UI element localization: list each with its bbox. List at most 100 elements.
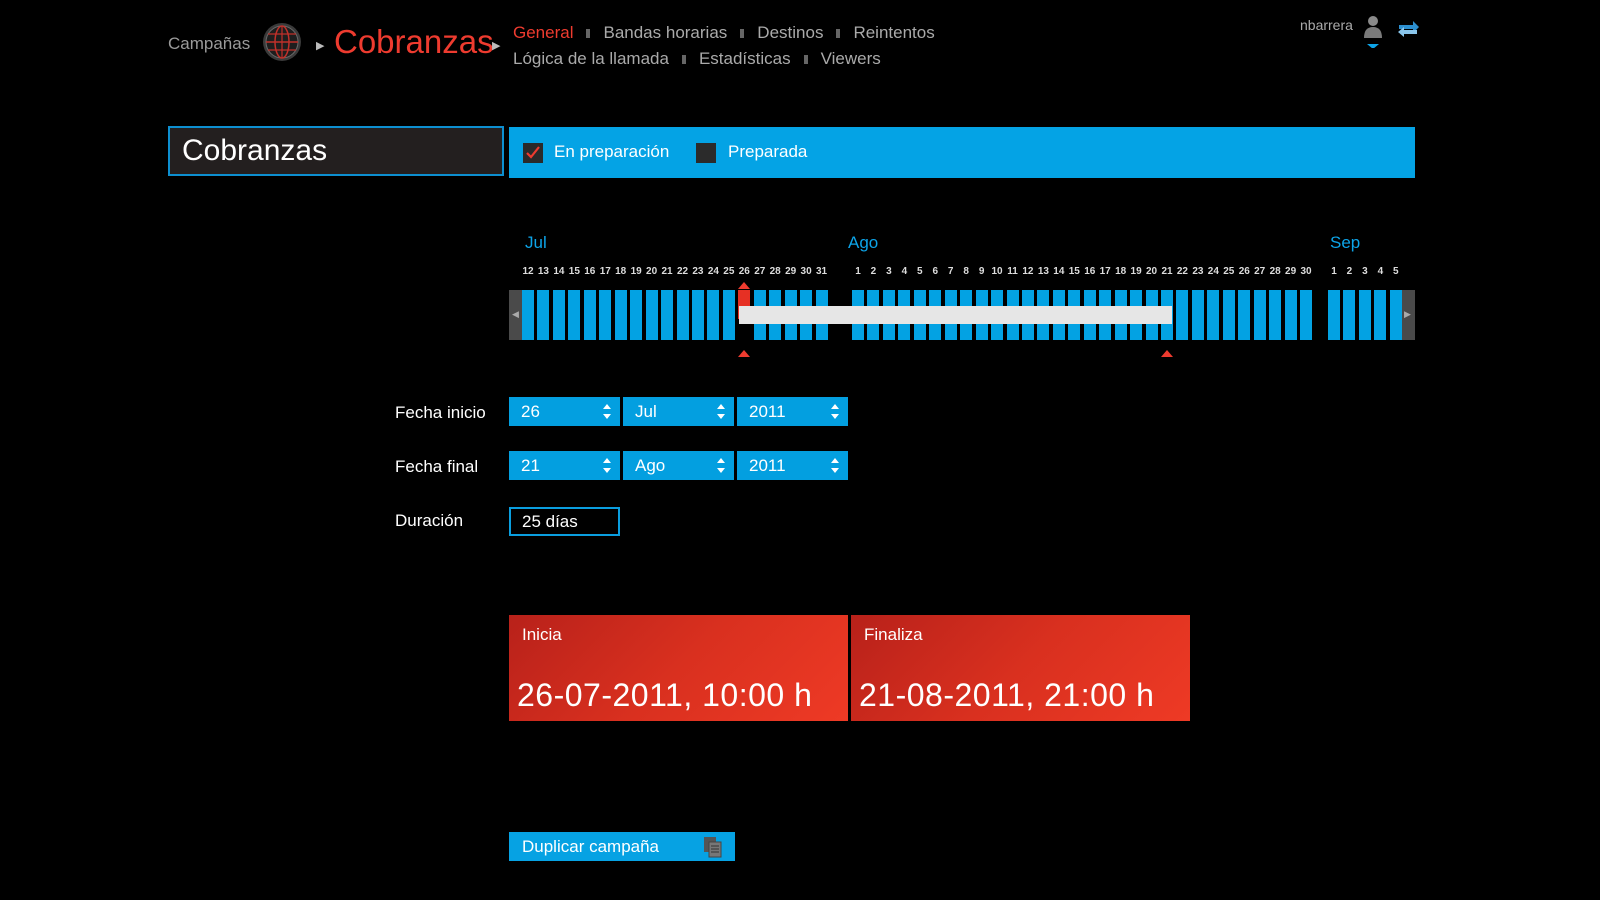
day-bar[interactable] — [583, 290, 596, 340]
day-number: 2 — [1346, 266, 1353, 277]
range-start-marker-bottom[interactable] — [738, 350, 751, 357]
day-bar[interactable] — [1300, 290, 1313, 340]
globe-icon — [263, 23, 301, 61]
day-number: 15 — [1068, 266, 1080, 277]
day-bar[interactable] — [1358, 290, 1371, 340]
day-number: 1 — [855, 266, 861, 277]
timeline-prev-button[interactable]: ◀ — [509, 290, 523, 340]
day-bar[interactable] — [599, 290, 612, 340]
duplicate-campaign-button[interactable]: Duplicar campaña — [509, 832, 735, 861]
day-number: 22 — [1176, 266, 1188, 277]
day-bar[interactable] — [661, 290, 674, 340]
fecha-final-label: Fecha final — [395, 457, 479, 476]
range-start-marker-top[interactable] — [738, 282, 751, 289]
en-preparacion-checkbox[interactable] — [523, 143, 543, 163]
day-bar[interactable] — [1176, 290, 1189, 340]
tab-general[interactable]: General — [513, 23, 573, 42]
day-bar[interactable] — [1191, 290, 1204, 340]
day-bar[interactable] — [1238, 290, 1251, 340]
en-preparacion-label: En preparación — [554, 142, 670, 161]
user-icon[interactable] — [1362, 14, 1384, 48]
day-bar[interactable] — [1374, 290, 1387, 340]
nav-row-1: General Bandas horarias Destinos Reintentos — [513, 23, 935, 43]
day-bar[interactable] — [1222, 290, 1235, 340]
selected-range[interactable] — [739, 306, 1172, 324]
day-bar[interactable] — [1284, 290, 1297, 340]
day-number: 28 — [769, 266, 781, 277]
breadcrumb-root[interactable]: Campañas — [168, 34, 250, 54]
start-year-select[interactable]: 2011 — [737, 397, 848, 426]
start-year-value: 2011 — [749, 402, 786, 421]
day-bar[interactable] — [1343, 290, 1356, 340]
day-number: 20 — [1145, 266, 1158, 277]
updown-arrow-icon — [831, 458, 839, 473]
day-bar[interactable] — [614, 290, 627, 340]
day-number: 29 — [785, 266, 797, 277]
start-card-caption: Inicia — [522, 625, 562, 644]
day-bar[interactable] — [1269, 290, 1282, 340]
duracion-label: Duración — [395, 511, 464, 530]
end-month-value: Ago — [635, 456, 666, 475]
day-number: 7 — [947, 266, 954, 277]
day-number: 18 — [1115, 266, 1127, 277]
end-year-value: 2011 — [749, 456, 786, 475]
day-number: 16 — [584, 266, 596, 277]
timeline-strip[interactable]: ◀ ▶ — [509, 290, 1415, 342]
timeline-next-button[interactable]: ▶ — [1401, 290, 1415, 340]
campaign-name-field[interactable]: Cobranzas — [168, 126, 504, 176]
preparada-checkbox[interactable] — [696, 143, 716, 163]
fecha-inicio-label: Fecha inicio — [395, 403, 486, 422]
tab-destinos[interactable]: Destinos — [757, 23, 823, 42]
range-end-marker-bottom[interactable] — [1161, 350, 1173, 357]
day-number: 9 — [978, 266, 985, 277]
end-day-select[interactable]: 21 — [509, 451, 620, 480]
updown-arrow-icon — [831, 404, 839, 419]
tab-reintentos[interactable]: Reintentos — [853, 23, 934, 42]
day-bar[interactable] — [707, 290, 720, 340]
day-bar[interactable] — [722, 290, 735, 340]
day-number: 30 — [1300, 266, 1312, 277]
end-card-caption: Finaliza — [864, 625, 923, 644]
day-number: 26 — [738, 266, 750, 277]
check-icon — [526, 146, 540, 159]
day-bar[interactable] — [537, 290, 550, 340]
day-number: 5 — [1393, 266, 1399, 277]
day-bar[interactable] — [552, 290, 565, 340]
day-bar[interactable] — [630, 290, 643, 340]
day-number: 1 — [1331, 266, 1337, 277]
start-month-value: Jul — [635, 402, 657, 421]
username: nbarrera — [1300, 17, 1353, 33]
day-number: 10 — [991, 266, 1003, 277]
day-bar[interactable] — [1389, 290, 1402, 340]
end-month-select[interactable]: Ago — [623, 451, 734, 480]
end-year-select[interactable]: 2011 — [737, 451, 848, 480]
day-number: 14 — [553, 266, 565, 277]
day-bar[interactable] — [1328, 290, 1340, 340]
tab-viewers[interactable]: Viewers — [821, 49, 881, 68]
updown-arrow-icon — [603, 458, 611, 473]
day-bar[interactable] — [676, 290, 689, 340]
day-bar[interactable] — [1207, 290, 1220, 340]
day-number: 20 — [646, 266, 658, 277]
day-bar[interactable] — [568, 290, 581, 340]
day-number: 15 — [568, 266, 580, 277]
day-number: 4 — [901, 266, 908, 277]
day-bar[interactable] — [691, 290, 704, 340]
day-number: 21 — [661, 266, 673, 277]
start-day-select[interactable]: 26 — [509, 397, 620, 426]
logout-swap-icon[interactable] — [1396, 18, 1420, 38]
tab-estadisticas[interactable]: Estadísticas — [699, 49, 791, 68]
day-bar[interactable] — [645, 290, 658, 340]
day-number: 5 — [917, 266, 923, 277]
day-number: 3 — [1362, 266, 1368, 277]
tab-bandas-horarias[interactable]: Bandas horarias — [603, 23, 727, 42]
end-card-value: 21-08-2011, 21:00 h — [859, 677, 1155, 713]
day-number: 19 — [630, 266, 642, 277]
day-number: 3 — [886, 266, 892, 277]
tab-logica-llamada[interactable]: Lógica de la llamada — [513, 49, 669, 68]
day-number: 30 — [800, 266, 812, 277]
day-number: 17 — [1099, 266, 1111, 277]
start-month-select[interactable]: Jul — [623, 397, 734, 426]
day-bar[interactable] — [522, 290, 534, 340]
day-bar[interactable] — [1253, 290, 1266, 340]
